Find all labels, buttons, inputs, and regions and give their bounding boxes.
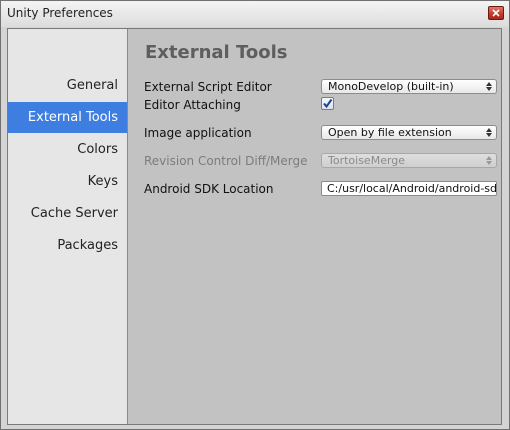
script-editor-value: MonoDevelop (built-in) xyxy=(328,80,454,93)
script-editor-label: External Script Editor xyxy=(144,80,272,94)
android-sdk-value: C:/usr/local/Android/android-sdk xyxy=(327,182,497,195)
image-application-label: Image application xyxy=(144,126,252,140)
revision-control-value: TortoiseMerge xyxy=(328,154,406,167)
revision-control-label: Revision Control Diff/Merge xyxy=(144,154,308,168)
editor-attaching-checkbox[interactable] xyxy=(321,97,334,110)
close-button[interactable] xyxy=(488,6,504,20)
content-area: External Tools External Script Editor Mo… xyxy=(128,29,501,424)
sidebar-item-cache-server[interactable]: Cache Server xyxy=(8,198,127,229)
sidebar-item-general[interactable]: General xyxy=(8,70,127,101)
close-icon xyxy=(492,9,500,17)
image-application-dropdown[interactable]: Open by file extension xyxy=(321,125,497,140)
title-bar[interactable]: Unity Preferences xyxy=(1,1,509,27)
updown-arrows-icon xyxy=(486,128,492,137)
sidebar: General External Tools Colors Keys Cache… xyxy=(8,29,128,424)
sidebar-item-keys[interactable]: Keys xyxy=(8,166,127,197)
preferences-window: Unity Preferences General External Tools… xyxy=(0,0,510,430)
image-application-value: Open by file extension xyxy=(328,126,452,139)
page-title: External Tools xyxy=(145,42,288,63)
preferences-panel: General External Tools Colors Keys Cache… xyxy=(7,28,502,425)
editor-attaching-label: Editor Attaching xyxy=(144,98,241,112)
revision-control-dropdown: TortoiseMerge xyxy=(321,153,497,168)
android-sdk-label: Android SDK Location xyxy=(144,182,274,196)
sidebar-item-colors[interactable]: Colors xyxy=(8,134,127,165)
updown-arrows-icon xyxy=(486,156,492,165)
window-title: Unity Preferences xyxy=(7,6,113,20)
sidebar-item-packages[interactable]: Packages xyxy=(8,230,127,261)
android-sdk-field[interactable]: C:/usr/local/Android/android-sdk xyxy=(321,181,497,196)
checkmark-icon xyxy=(323,98,333,109)
updown-arrows-icon xyxy=(486,82,492,91)
sidebar-item-external-tools[interactable]: External Tools xyxy=(8,102,127,133)
script-editor-dropdown[interactable]: MonoDevelop (built-in) xyxy=(321,79,497,94)
